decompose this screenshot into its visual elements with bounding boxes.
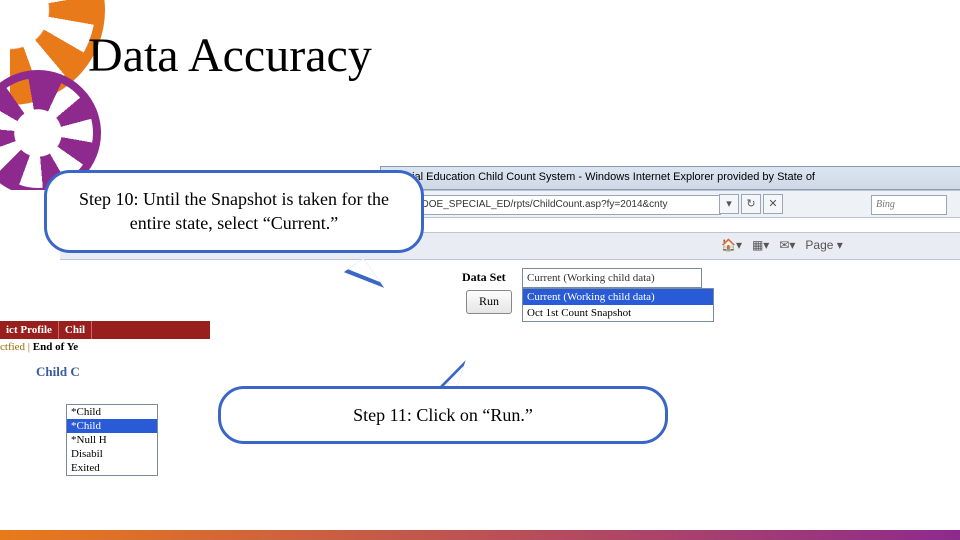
dataset-option[interactable]: Oct 1st Count Snapshot <box>523 305 713 321</box>
refresh-icon[interactable]: ↻ <box>741 194 761 214</box>
page-menu[interactable]: Page ▾ <box>805 236 842 254</box>
callout-step-10: Step 10: Until the Snapshot is taken for… <box>44 170 424 253</box>
panel-header: Child C <box>36 364 80 380</box>
tab-strip: ict Profile Chil <box>0 321 210 339</box>
dropdown-icon[interactable]: ▾ <box>719 194 739 214</box>
tab-ict-profile[interactable]: ict Profile <box>0 321 59 339</box>
mail-icon[interactable]: ✉▾ <box>779 236 795 254</box>
report-listbox[interactable]: *Child *Child *Null H Disabil Exited <box>66 404 158 476</box>
slide-title: Data Accuracy <box>88 28 372 83</box>
list-item[interactable]: *Child <box>67 419 157 433</box>
footer-accent-bar <box>0 530 960 540</box>
address-bar[interactable]: cal/DOE_SPECIAL_ED/rpts/ChildCount.asp?f… <box>401 195 721 215</box>
list-item[interactable]: Disabil <box>67 447 157 461</box>
feeds-icon[interactable]: ▦▾ <box>752 236 769 254</box>
home-icon[interactable]: 🏠▾ <box>721 236 742 254</box>
dataset-option[interactable]: Current (Working child data) <box>523 289 713 305</box>
stop-icon[interactable]: ✕ <box>763 194 783 214</box>
tab-chil[interactable]: Chil <box>59 321 92 339</box>
callout-step-11: Step 11: Click on “Run.” <box>218 386 668 444</box>
list-item[interactable]: *Null H <box>67 433 157 447</box>
run-button[interactable]: Run <box>466 290 512 314</box>
dataset-dropdown-list[interactable]: Current (Working child data) Oct 1st Cou… <box>522 288 714 322</box>
window-titlebar: Special Education Child Count System - W… <box>380 166 960 190</box>
sub-nav: ctfied | End of Ye <box>0 339 210 355</box>
address-nav-buttons: ▾ ↻ ✕ <box>719 194 783 214</box>
list-item[interactable]: *Child <box>67 405 157 419</box>
dataset-label: Data Set <box>462 270 506 285</box>
list-item[interactable]: Exited <box>67 461 157 475</box>
search-engine-box[interactable]: Bing <box>871 195 947 215</box>
dataset-select[interactable]: Current (Working child data) <box>522 268 702 288</box>
